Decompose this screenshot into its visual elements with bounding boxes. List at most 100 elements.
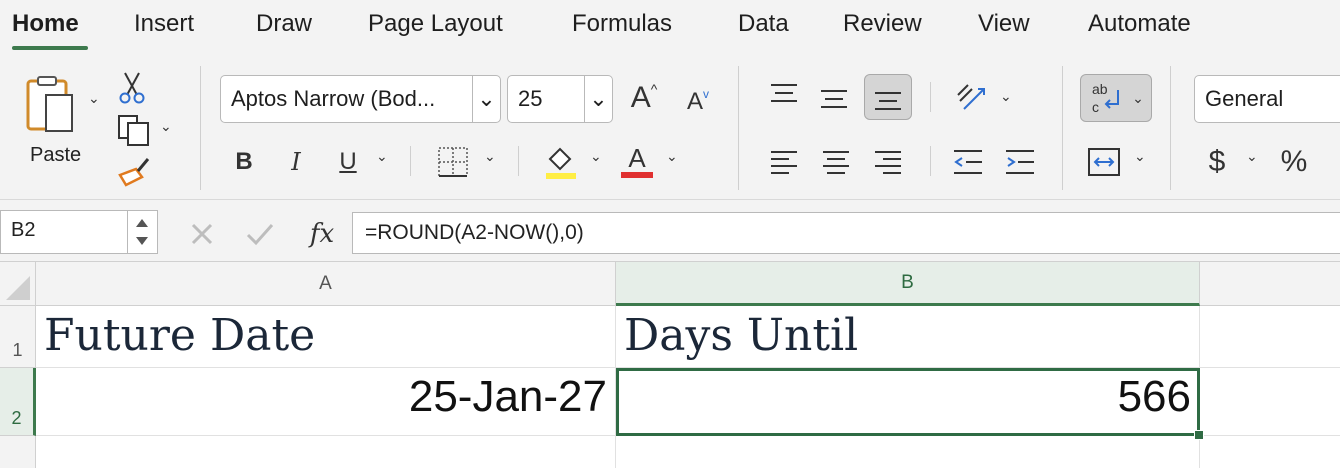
cell-c1[interactable] bbox=[1200, 306, 1340, 368]
column-header-c[interactable] bbox=[1200, 262, 1340, 306]
cell-b2[interactable]: 566 bbox=[616, 368, 1200, 436]
tab-insert[interactable]: Insert bbox=[134, 10, 194, 38]
underline-options-chevron-icon[interactable]: ⌄ bbox=[376, 148, 388, 165]
orientation-chevron-icon[interactable]: ⌄ bbox=[1000, 88, 1012, 105]
font-color-chevron-icon[interactable]: ⌄ bbox=[666, 148, 678, 165]
paste-label: Paste bbox=[30, 144, 82, 166]
font-size-value: 25 bbox=[518, 86, 543, 111]
paste-icon bbox=[26, 76, 73, 132]
borders-chevron-icon[interactable]: ⌄ bbox=[484, 148, 496, 165]
scissors-icon bbox=[119, 72, 145, 104]
cell-a1[interactable]: Future Date bbox=[36, 306, 616, 368]
tab-home[interactable]: Home bbox=[12, 10, 79, 38]
merge-center-button[interactable] bbox=[1084, 144, 1124, 180]
wrap-text-icon: ab c bbox=[1092, 81, 1120, 115]
formula-input[interactable]: =ROUND(A2-NOW(),0) bbox=[352, 212, 1340, 254]
confirm-edit-button[interactable] bbox=[242, 214, 278, 254]
select-all-triangle-icon bbox=[6, 276, 30, 300]
text-orientation-icon bbox=[957, 84, 985, 110]
paintbrush-icon bbox=[118, 158, 150, 187]
increase-font-size-button[interactable]: A ^ bbox=[624, 76, 664, 120]
paste-options-chevron-icon[interactable]: ⌄ bbox=[88, 90, 100, 107]
chevron-down-icon[interactable]: ⌄ bbox=[584, 76, 612, 122]
cancel-edit-button[interactable] bbox=[184, 214, 220, 254]
cell-c3[interactable] bbox=[1200, 436, 1340, 468]
align-middle-button[interactable] bbox=[816, 80, 852, 116]
tab-draw[interactable]: Draw bbox=[256, 10, 312, 38]
font-family-select[interactable]: Aptos Narrow (Bod... ⌄ bbox=[220, 75, 501, 123]
copy-button[interactable] bbox=[114, 112, 154, 148]
font-size-select[interactable]: 25 ⌄ bbox=[507, 75, 613, 123]
underline-button[interactable]: U bbox=[332, 142, 364, 182]
decrease-indent-button[interactable] bbox=[950, 144, 986, 180]
italic-button[interactable]: I bbox=[280, 142, 312, 182]
group-separator bbox=[1170, 66, 1171, 190]
wrap-text-button[interactable]: ab c ⌄ bbox=[1080, 74, 1152, 122]
tab-review[interactable]: Review bbox=[843, 10, 922, 38]
spreadsheet-grid: A B 1 2 Future Date Days Until 25-Jan-27… bbox=[0, 262, 1340, 468]
svg-text:ab: ab bbox=[1092, 81, 1108, 97]
row-header-2[interactable]: 2 bbox=[0, 368, 36, 436]
cell-a2[interactable]: 25-Jan-27 bbox=[36, 368, 616, 436]
group-separator bbox=[200, 66, 201, 190]
cell-b1[interactable]: Days Until bbox=[616, 306, 1200, 368]
column-header-a[interactable]: A bbox=[36, 262, 616, 306]
tab-page-layout[interactable]: Page Layout bbox=[368, 10, 503, 38]
insert-function-button[interactable]: fx bbox=[302, 214, 342, 254]
format-painter-button[interactable] bbox=[114, 154, 154, 190]
font-color-button[interactable]: A bbox=[618, 140, 656, 182]
column-header-b[interactable]: B bbox=[616, 262, 1200, 306]
formula-bar: B2 fx =ROUND(A2-NOW(),0) bbox=[0, 200, 1340, 262]
number-format-select[interactable]: General bbox=[1194, 75, 1340, 123]
align-left-icon bbox=[771, 151, 797, 174]
ribbon-home: ⌄ Paste ⌄ Aptos Narrow (Bod... ⌄ 25 ⌄ A ^ bbox=[0, 58, 1340, 200]
paint-bucket-icon bbox=[546, 147, 576, 179]
tab-formulas[interactable]: Formulas bbox=[572, 10, 672, 38]
merge-chevron-icon[interactable]: ⌄ bbox=[1134, 148, 1146, 165]
borders-button[interactable] bbox=[436, 144, 470, 180]
cell-b3[interactable] bbox=[616, 436, 1200, 468]
percent-button[interactable]: % bbox=[1274, 142, 1314, 182]
cell-c2[interactable] bbox=[1200, 368, 1340, 436]
row-header-3[interactable] bbox=[0, 436, 36, 468]
name-box[interactable]: B2 bbox=[0, 210, 158, 254]
fill-handle[interactable] bbox=[1194, 430, 1204, 440]
tab-automate[interactable]: Automate bbox=[1088, 10, 1191, 38]
select-all-button[interactable] bbox=[0, 262, 36, 306]
svg-text:c: c bbox=[1092, 99, 1099, 115]
increase-indent-button[interactable] bbox=[1002, 144, 1038, 180]
align-center-button[interactable] bbox=[818, 144, 854, 180]
active-tab-indicator bbox=[12, 46, 88, 50]
cell-a3[interactable] bbox=[36, 436, 616, 468]
copy-icon bbox=[118, 115, 149, 146]
bold-button[interactable]: B bbox=[228, 142, 260, 182]
cut-button[interactable] bbox=[116, 70, 148, 106]
group-separator bbox=[930, 146, 931, 176]
decrease-font-icon: A bbox=[686, 88, 703, 115]
row-header-1[interactable]: 1 bbox=[0, 306, 36, 368]
tab-data[interactable]: Data bbox=[738, 10, 789, 38]
align-right-button[interactable] bbox=[870, 144, 906, 180]
up-down-arrows-icon bbox=[136, 219, 148, 245]
fill-color-chevron-icon[interactable]: ⌄ bbox=[590, 148, 602, 165]
group-separator bbox=[410, 146, 411, 176]
decrease-font-size-button[interactable]: Av bbox=[678, 80, 718, 124]
align-top-button[interactable] bbox=[766, 76, 802, 112]
align-top-icon bbox=[771, 84, 797, 102]
orientation-button[interactable] bbox=[950, 76, 990, 116]
fill-color-button[interactable] bbox=[540, 142, 580, 182]
group-separator bbox=[518, 146, 519, 176]
paste-button[interactable] bbox=[18, 72, 88, 138]
chevron-down-icon[interactable]: ⌄ bbox=[472, 76, 500, 122]
tab-view[interactable]: View bbox=[978, 10, 1030, 38]
currency-chevron-icon[interactable]: ⌄ bbox=[1246, 148, 1258, 165]
name-box-value: B2 bbox=[11, 219, 36, 241]
align-bottom-icon bbox=[875, 92, 901, 110]
group-separator bbox=[1062, 66, 1063, 190]
copy-options-chevron-icon[interactable]: ⌄ bbox=[160, 118, 172, 135]
align-bottom-button[interactable] bbox=[864, 74, 912, 120]
name-box-stepper[interactable] bbox=[127, 211, 157, 253]
align-left-button[interactable] bbox=[766, 144, 802, 180]
chevron-down-icon[interactable]: ⌄ bbox=[1132, 90, 1144, 107]
currency-button[interactable]: $ bbox=[1200, 142, 1234, 182]
